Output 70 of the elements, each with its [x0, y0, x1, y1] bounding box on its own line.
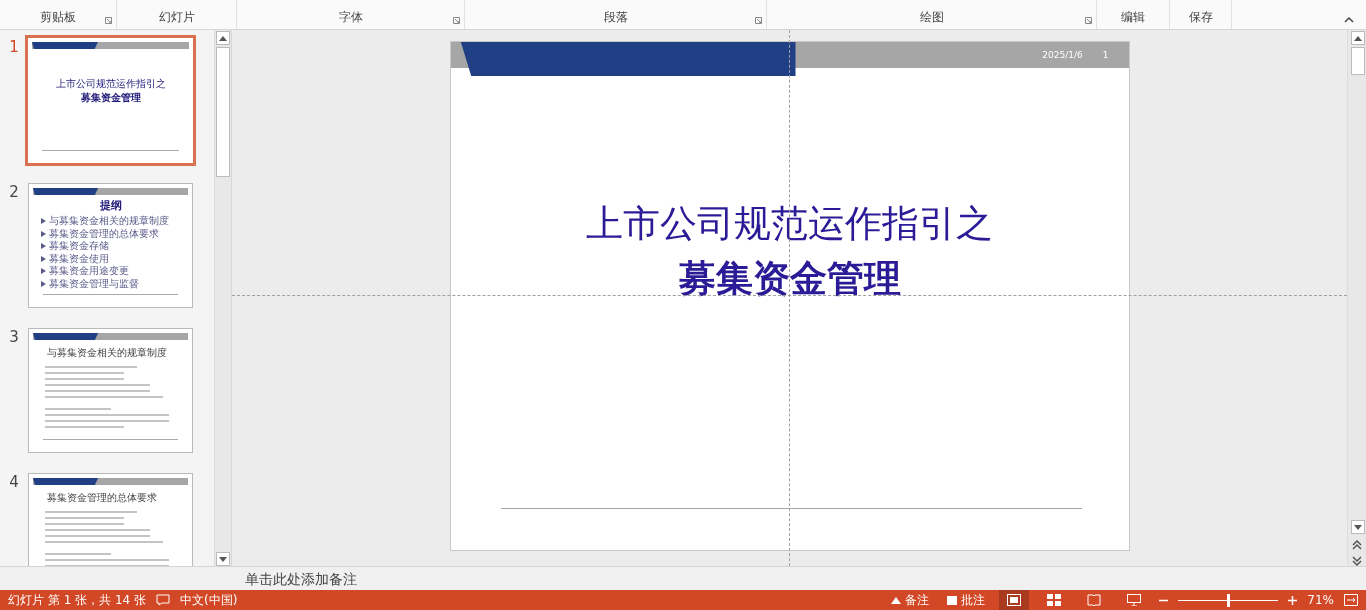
thumbnail-heading: 募集资金管理的总体要求: [47, 491, 158, 505]
scrollbar-thumb[interactable]: [1350, 47, 1365, 75]
slide-number: 1: [8, 38, 20, 56]
group-label: 编辑: [1121, 9, 1145, 26]
slide-title-line: 募集资金管理: [677, 256, 902, 302]
scroll-up-button[interactable]: [1350, 31, 1365, 45]
collapse-ribbon-icon[interactable]: [1344, 16, 1354, 23]
group-label: 字体: [338, 9, 363, 26]
screen-icon: [1127, 594, 1142, 606]
thumbnail-bullet-text: 募集资金使用: [49, 252, 109, 265]
slide-date: 2025/1/6: [1042, 50, 1083, 60]
slide-title-line: 上市公司规范运作指引之: [585, 201, 994, 247]
group-label: 剪贴板: [40, 9, 76, 26]
language-indicator[interactable]: 中文(中国): [180, 591, 238, 609]
caret-icon: [891, 596, 902, 604]
bullet-icon: [41, 280, 46, 287]
slide-number: 2: [8, 183, 20, 201]
thumbnail-heading: 提纲: [98, 198, 123, 213]
notes-button[interactable]: 备注: [887, 590, 934, 610]
group-label: 段落: [603, 9, 628, 26]
scroll-down-button[interactable]: [216, 552, 230, 566]
up-arrow-icon: [1353, 35, 1362, 41]
bullet-icon: [41, 218, 46, 225]
book-icon: [1087, 594, 1102, 606]
slide-counter: 幻灯片 第 1 张，共 14 张: [8, 591, 146, 609]
group-label: 幻灯片: [158, 9, 195, 26]
comments-button[interactable]: 批注: [943, 590, 990, 610]
bullet-icon: [41, 255, 46, 262]
group-label: 绘图: [919, 9, 944, 26]
thumbnail-subtitle: 募集资金管理: [79, 91, 142, 105]
dialog-launcher-icon[interactable]: [755, 17, 762, 24]
dialog-launcher-icon[interactable]: [105, 17, 112, 24]
previous-slide-icon[interactable]: [1352, 540, 1362, 550]
slide-thumbnail[interactable]: 募集资金管理的总体要求: [28, 473, 193, 566]
slide-thumbnail[interactable]: 提纲 与募集资金相关的规章制度 募集资金管理的总体要求 募集资金存储 募集资金使用 募集资金用途变更 募集资金管理与监督: [28, 183, 193, 308]
thumbnail-title: 上市公司规范运作指引之: [54, 77, 167, 91]
scroll-down-button[interactable]: [1350, 520, 1365, 534]
down-arrow-icon: [1353, 524, 1362, 530]
notes-field[interactable]: 单击此处添加备注: [245, 570, 545, 587]
next-slide-icon[interactable]: [1352, 556, 1362, 566]
dialog-launcher-icon[interactable]: [453, 17, 460, 24]
slide-number: 3: [8, 328, 20, 346]
grid-view-icon: [1047, 594, 1062, 606]
scroll-up-button[interactable]: [216, 31, 230, 45]
slide-page-number: 1: [1102, 50, 1109, 60]
speech-bubble-icon: [156, 594, 170, 606]
bullet-icon: [41, 230, 46, 237]
bullet-icon: [41, 268, 46, 275]
zoom-in-icon[interactable]: [1288, 595, 1298, 605]
normal-view-icon: [1007, 594, 1022, 606]
thumbnail-bullet-text: 募集资金管理的总体要求: [49, 227, 159, 240]
down-arrow-icon: [219, 556, 227, 562]
thumbnail-bullet-text: 募集资金存储: [49, 240, 109, 253]
dialog-launcher-icon[interactable]: [1085, 17, 1092, 24]
thumbnail-bullet-text: 募集资金用途变更: [49, 265, 129, 278]
slide-number: 4: [8, 473, 20, 491]
fit-to-window-icon[interactable]: [1344, 594, 1358, 606]
slide-thumbnail[interactable]: 与募集资金相关的规章制度: [28, 328, 193, 453]
comment-icon: [947, 595, 958, 605]
zoom-percentage[interactable]: 71%: [1307, 593, 1334, 607]
thumbnail-bullet-text: 与募集资金相关的规章制度: [49, 215, 169, 228]
bullet-icon: [41, 243, 46, 250]
up-arrow-icon: [219, 35, 227, 41]
slide-thumbnail[interactable]: 上市公司规范运作指引之 募集资金管理: [25, 35, 196, 166]
view-button[interactable]: [999, 590, 1030, 610]
scrollbar-thumb[interactable]: [216, 47, 230, 177]
thumbnail-heading: 与募集资金相关的规章制度: [47, 346, 168, 360]
thumbnail-bullet-text: 募集资金管理与监督: [49, 277, 139, 290]
zoom-slider-thumb[interactable]: [1226, 593, 1230, 607]
group-label: 保存: [1188, 9, 1213, 26]
